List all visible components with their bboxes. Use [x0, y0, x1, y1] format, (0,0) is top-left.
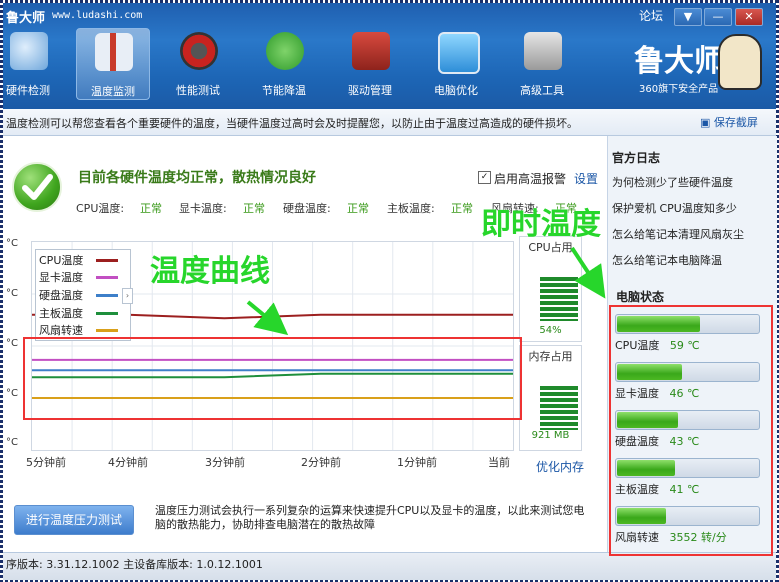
annotation-arrows [246, 246, 606, 336]
arrow-curve [246, 300, 289, 336]
arrow-realtime [570, 246, 606, 299]
